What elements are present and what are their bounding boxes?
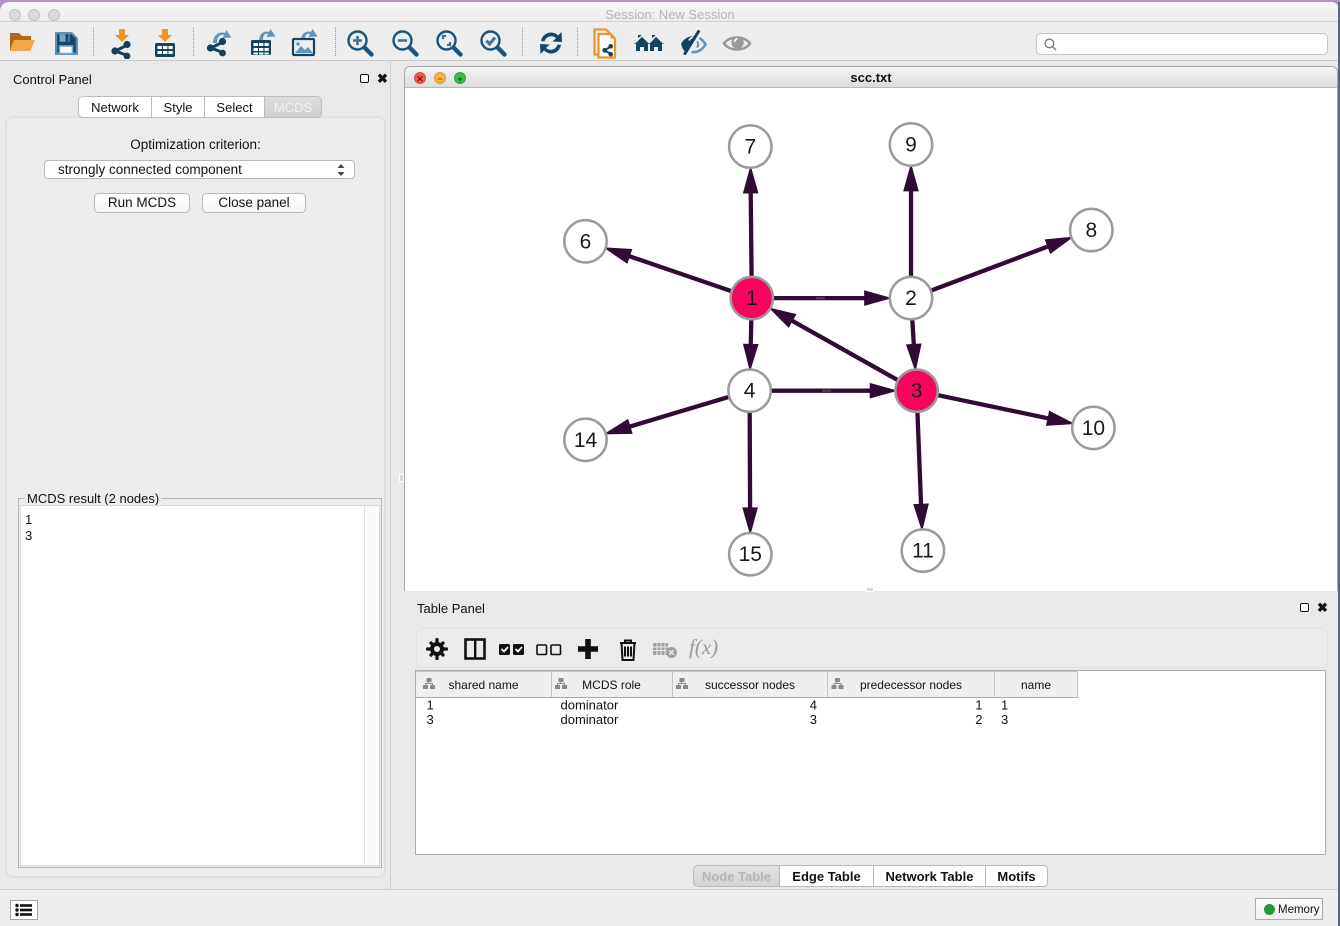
svg-text:7: 7: [744, 136, 756, 159]
svg-text:14: 14: [574, 429, 598, 452]
svg-text:4: 4: [810, 698, 817, 713]
svg-text:3: 3: [810, 712, 817, 727]
svg-text:dominator: dominator: [561, 698, 619, 713]
svg-text:predecessor nodes: predecessor nodes: [860, 678, 962, 692]
svg-text:2: 2: [905, 287, 917, 310]
svg-text:15: 15: [739, 543, 762, 566]
svg-text:11: 11: [912, 540, 934, 563]
svg-text:shared name: shared name: [448, 678, 518, 692]
svg-text:1: 1: [1001, 698, 1008, 713]
svg-text:6: 6: [580, 230, 592, 253]
svg-text:MCDS role: MCDS role: [582, 678, 641, 692]
svg-text:3: 3: [1001, 712, 1008, 727]
svg-text:dominator: dominator: [561, 712, 619, 727]
svg-text:1: 1: [975, 698, 982, 713]
svg-text:1: 1: [427, 698, 434, 713]
svg-text:8: 8: [1085, 219, 1097, 242]
svg-text:3: 3: [427, 712, 434, 727]
svg-text:9: 9: [905, 134, 917, 157]
svg-text:2: 2: [975, 712, 982, 727]
svg-text:1: 1: [746, 287, 758, 310]
svg-text:name: name: [1021, 678, 1051, 692]
svg-text:4: 4: [744, 380, 756, 403]
svg-text:successor nodes: successor nodes: [705, 678, 795, 692]
svg-text:3: 3: [911, 380, 923, 403]
svg-text:10: 10: [1082, 417, 1105, 440]
